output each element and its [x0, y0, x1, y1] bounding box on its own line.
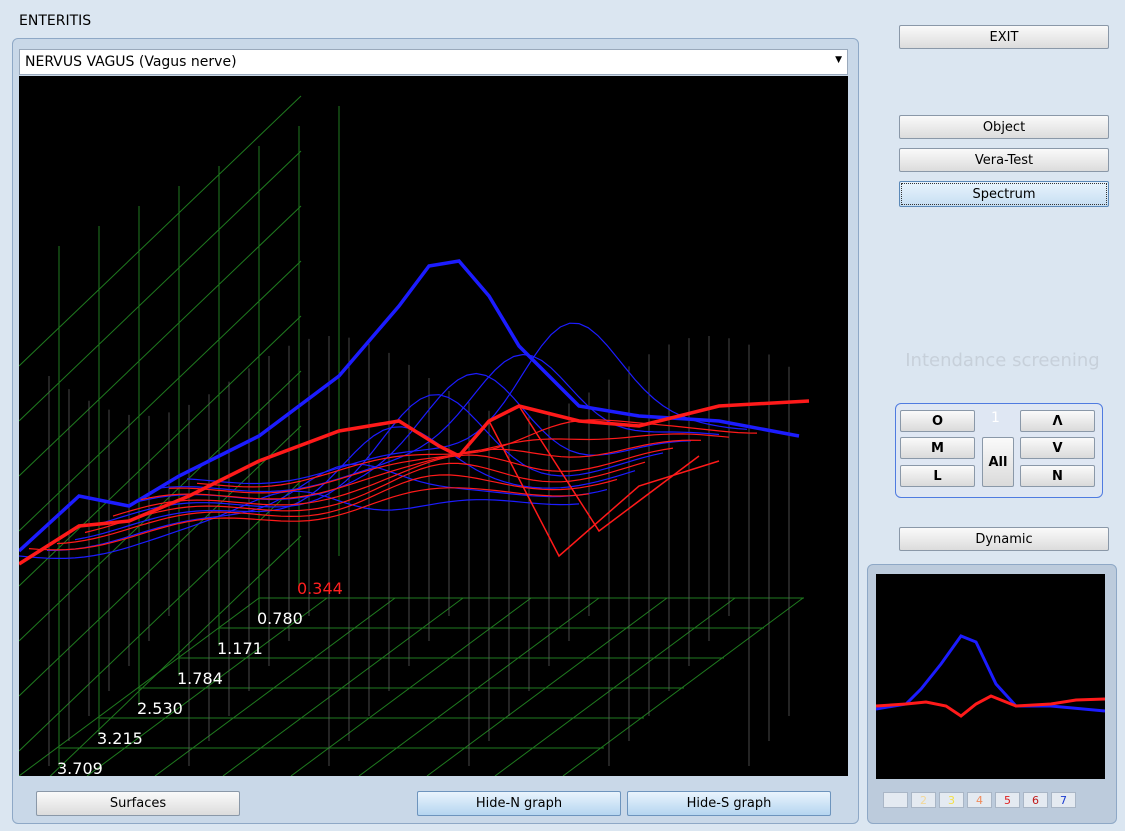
page-button[interactable]: 7: [1051, 792, 1076, 808]
depth-label: 1.171: [217, 639, 263, 658]
spectrum-button[interactable]: Spectrum: [899, 181, 1109, 207]
page-button[interactable]: 5: [995, 792, 1020, 808]
depth-label: 3.215: [97, 729, 143, 748]
dropdown-arrow-icon: ▼: [835, 55, 842, 65]
floor-gridline: [494, 597, 736, 776]
s-graph-main-line: [19, 399, 810, 566]
depth-label: 0.780: [257, 609, 303, 628]
floor-gridline: [426, 597, 668, 776]
floor-gridline: [562, 597, 804, 776]
page-button[interactable]: 3: [939, 792, 964, 808]
depth-label: 1.784: [177, 669, 223, 688]
page-button[interactable]: 1: [883, 792, 908, 808]
surfaces-button[interactable]: Surfaces: [36, 791, 240, 816]
nav-current-index: 1: [991, 410, 1000, 426]
hide-s-graph-button[interactable]: Hide-S graph: [627, 791, 831, 816]
organ-select-value: NERVUS VAGUS (Vagus nerve): [25, 54, 237, 70]
page-button[interactable]: 4: [967, 792, 992, 808]
depth-label: 0.344: [297, 579, 343, 598]
nav-up-button[interactable]: Λ: [1020, 410, 1095, 432]
organ-select[interactable]: NERVUS VAGUS (Vagus nerve) ▼: [19, 49, 848, 75]
nav-m-button[interactable]: M: [900, 437, 975, 459]
nav-n-button[interactable]: N: [1020, 465, 1095, 487]
screening-label: Intendance screening: [905, 350, 1100, 371]
window-title: ENTERITIS: [19, 13, 92, 29]
depth-label: 3.709: [57, 759, 103, 776]
vera-test-button[interactable]: Vera-Test: [899, 148, 1109, 172]
nav-all-button[interactable]: All: [982, 437, 1014, 487]
page-button[interactable]: 6: [1023, 792, 1048, 808]
page-selector: 1234567: [883, 792, 1076, 808]
nav-v-button[interactable]: V: [1020, 437, 1095, 459]
hide-n-graph-button[interactable]: Hide-N graph: [417, 791, 621, 816]
mini-spectrum-graph: [876, 574, 1105, 779]
floor-gridline: [290, 597, 532, 776]
exit-button[interactable]: EXIT: [899, 25, 1109, 49]
spectrum-3d-graph[interactable]: 0.344 0.780 1.171 1.784 2.530 3.215 3.709: [19, 76, 848, 776]
dynamic-button[interactable]: Dynamic: [899, 527, 1109, 551]
nav-o-button[interactable]: O: [900, 410, 975, 432]
nav-l-button[interactable]: L: [900, 465, 975, 487]
object-button[interactable]: Object: [899, 115, 1109, 139]
page-button[interactable]: 2: [911, 792, 936, 808]
floor-gridline: [358, 597, 600, 776]
depth-label: 2.530: [137, 699, 183, 718]
